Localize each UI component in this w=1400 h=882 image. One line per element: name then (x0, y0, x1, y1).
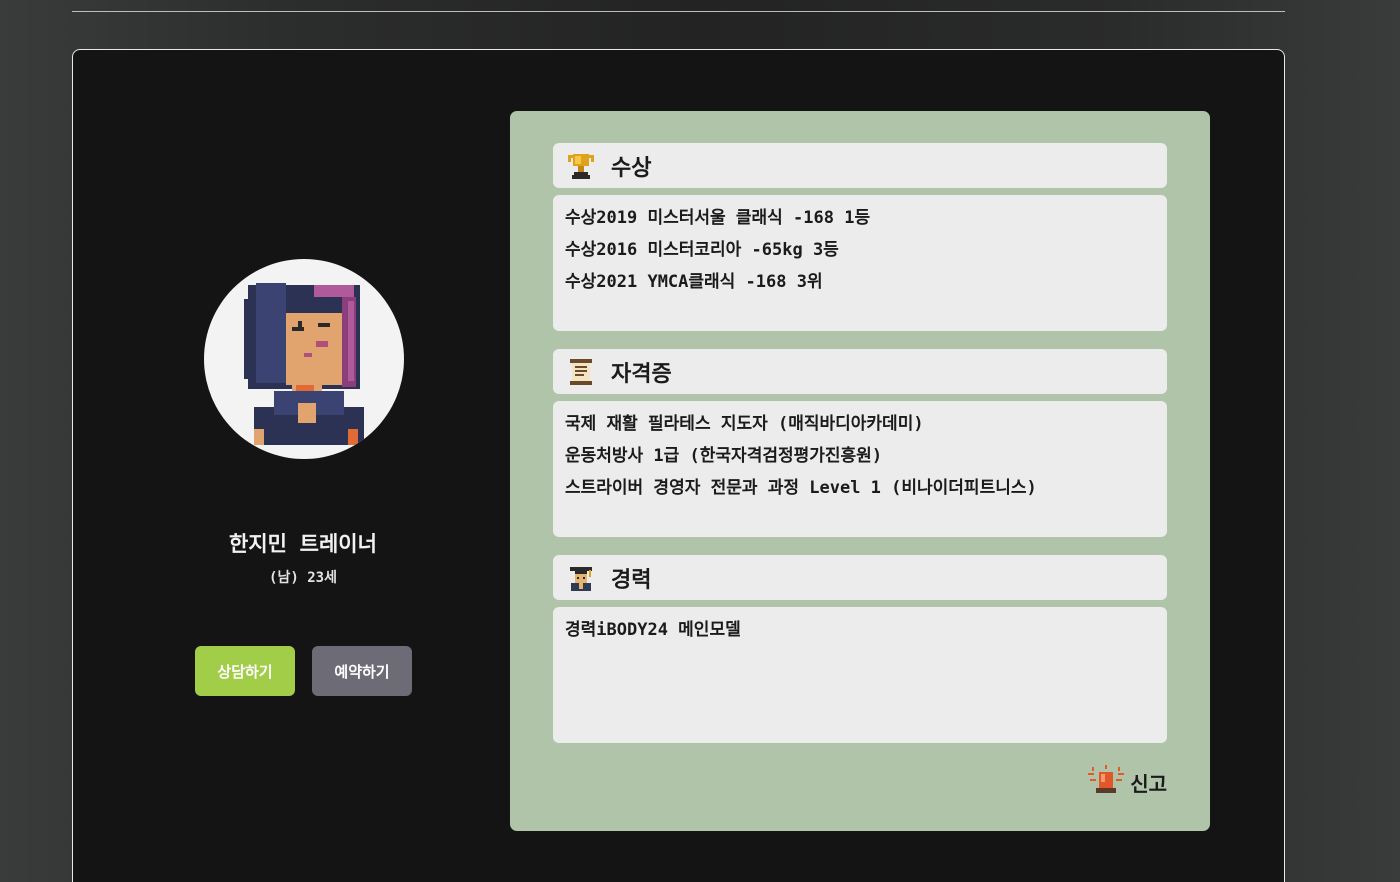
award-item: 수상2021 YMCA클래식 -168 3위 (565, 272, 823, 292)
trainer-detail-panel: 수상 수상2019 미스터서울 클래식 -168 1등 수상2016 미스터코리… (510, 111, 1210, 831)
award-item: 수상2016 미스터코리아 -65kg 3등 (565, 240, 839, 260)
awards-list: 수상2019 미스터서울 클래식 -168 1등 수상2016 미스터코리아 -… (553, 195, 1167, 331)
certificate-item: 운동처방사 1급 (한국자격검정평가진흥원) (565, 446, 883, 466)
scroll-icon (567, 358, 595, 386)
trainer-avatar (204, 259, 404, 459)
certificates-title: 자격증 (611, 361, 672, 387)
trainer-card: 한지민 트레이너 (남) 23세 상담하기 예약하기 수상 수상2019 미스터… (72, 49, 1285, 882)
career-item: 경력iBODY24 메인모델 (565, 620, 741, 640)
consult-button[interactable]: 상담하기 (195, 646, 295, 696)
career-header: 경력 (553, 555, 1167, 600)
top-divider (72, 11, 1285, 12)
report-label: 신고 (1130, 771, 1167, 796)
career-list: 경력iBODY24 메인모델 (553, 607, 1167, 743)
report-button[interactable]: 신고 (1086, 765, 1167, 799)
career-title: 경력 (611, 567, 652, 593)
awards-title: 수상 (611, 155, 652, 181)
graduate-icon (567, 564, 595, 592)
trophy-icon (567, 152, 595, 180)
awards-header: 수상 (553, 143, 1167, 188)
award-item: 수상2019 미스터서울 클래식 -168 1등 (565, 208, 871, 228)
certificate-item: 국제 재활 필라테스 지도자 (매직바디아카데미) (565, 414, 924, 434)
certificate-item: 스트라이버 경영자 전문과 과정 Level 1 (비나이더피트니스) (565, 478, 1037, 498)
certificates-list: 국제 재활 필라테스 지도자 (매직바디아카데미) 운동처방사 1급 (한국자격… (553, 401, 1167, 537)
siren-icon (1086, 765, 1126, 799)
pixel-avatar-icon (244, 283, 364, 445)
reserve-button[interactable]: 예약하기 (312, 646, 412, 696)
trainer-gender-age: (남) 23세 (269, 570, 337, 586)
certificates-header: 자격증 (553, 349, 1167, 394)
trainer-name: 한지민 트레이너 (229, 532, 377, 556)
